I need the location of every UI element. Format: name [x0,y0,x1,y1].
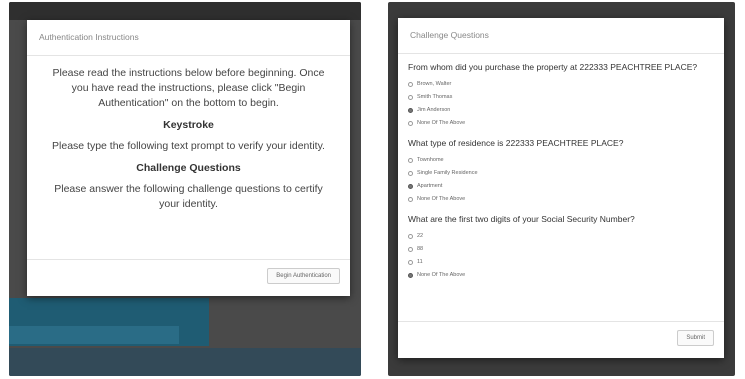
radio-button[interactable] [408,196,413,202]
answer-option-label: 88 [417,246,424,252]
answer-options: Brown, Walter Smith Thomas Jim Anderson Non… [408,79,714,128]
radio-button[interactable] [408,233,413,239]
modal-title: Challenge Questions [398,18,724,54]
answer-option[interactable]: None Of The Above [408,270,714,280]
answer-option[interactable]: None Of The Above [408,118,714,128]
begin-authentication-button[interactable]: Begin Authentication [267,268,340,284]
radio-button[interactable] [408,259,413,265]
submit-button[interactable]: Submit [677,330,714,346]
radio-button[interactable] [408,183,413,189]
radio-button[interactable] [408,81,413,87]
modal-footer: Submit [398,321,724,358]
challenge-heading: Challenge Questions [136,162,241,174]
answer-option-label: Single Family Residence [417,170,478,176]
answer-option[interactable]: 88 [408,244,714,254]
answer-option-label: Townhome [417,157,444,163]
modal-body: Please read the instructions below befor… [27,56,350,212]
answer-option[interactable]: 11 [408,257,714,267]
answer-option[interactable]: 22 [408,231,714,241]
challenge-questions-screen: Challenge Questions From whom did you pu… [388,2,735,376]
background-footer [9,348,361,376]
radio-button[interactable] [408,272,413,278]
keystroke-heading: Keystroke [163,119,214,131]
answer-options: 22 88 11 None Of The Above [408,231,714,280]
questions-list: From whom did you purchase the property … [398,54,724,280]
question-text: What are the first two digits of your So… [408,214,635,224]
radio-button[interactable] [408,107,413,113]
modal-title: Authentication Instructions [27,20,350,56]
answer-option[interactable]: Apartment [408,181,714,191]
answer-option[interactable]: Jim Anderson [408,105,714,115]
answer-option[interactable]: None Of The Above [408,194,714,204]
challenge-questions-modal: Challenge Questions From whom did you pu… [398,18,724,358]
answer-option[interactable]: Brown, Walter [408,79,714,89]
answer-option-label: Smith Thomas [417,94,453,100]
answer-option-label: 11 [417,259,423,265]
radio-button[interactable] [408,246,413,252]
background-toolbar [9,2,361,20]
answer-option[interactable]: Smith Thomas [408,92,714,102]
authentication-screen: Authentication Instructions Please read … [9,2,361,376]
keystroke-text: Please type the following text prompt to… [52,140,325,152]
modal-footer: Begin Authentication [27,259,350,296]
radio-button[interactable] [408,120,413,126]
answer-option-label: Apartment [417,183,443,189]
question-text: What type of residence is 222333 PEACHTR… [408,138,624,148]
answer-option-label: Brown, Walter [417,81,452,87]
instructions-intro: Please read the instructions below befor… [52,67,325,109]
answer-option[interactable]: Townhome [408,155,714,165]
radio-button[interactable] [408,157,413,163]
radio-button[interactable] [408,94,413,100]
answer-option-label: None Of The Above [417,120,466,126]
answer-option-label: 22 [417,233,424,239]
answer-option-label: None Of The Above [417,196,466,202]
answer-options: Townhome Single Family Residence Apartment… [408,155,714,204]
answer-option[interactable]: Single Family Residence [408,168,714,178]
background-banner-strip [9,326,179,344]
question-text: From whom did you purchase the property … [408,62,698,72]
authentication-instructions-modal: Authentication Instructions Please read … [27,20,350,296]
answer-option-label: None Of The Above [417,272,466,278]
challenge-text: Please answer the following challenge qu… [54,183,323,210]
answer-option-label: Jim Anderson [417,107,451,113]
radio-button[interactable] [408,170,413,176]
